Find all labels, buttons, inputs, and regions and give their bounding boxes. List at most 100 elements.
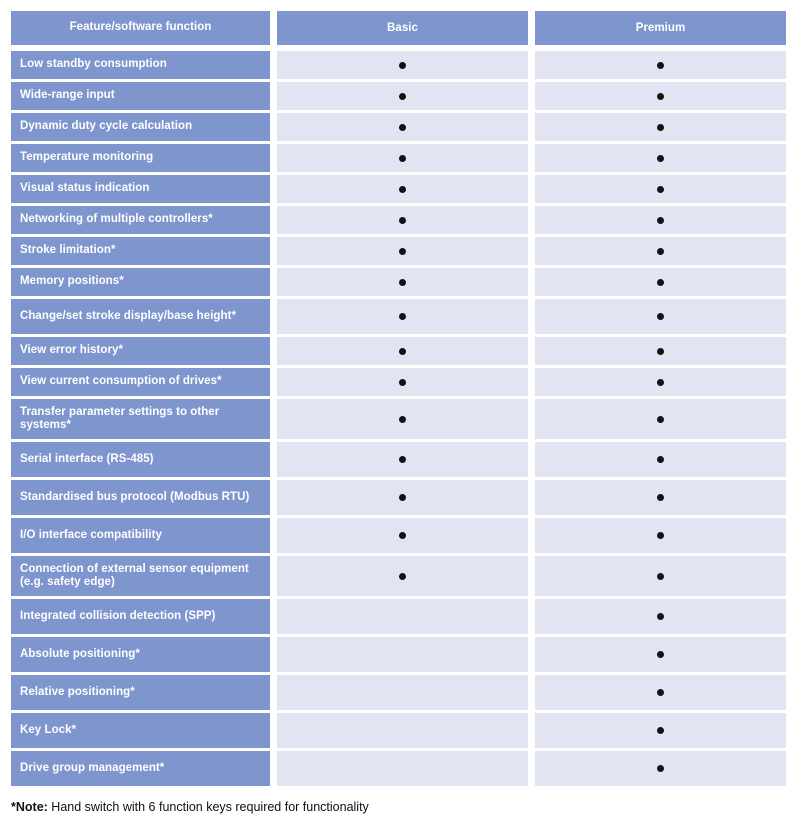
bullet-icon	[657, 61, 664, 69]
premium-cell	[535, 237, 786, 265]
bullet-icon	[399, 185, 406, 193]
table-row: Key Lock*	[11, 713, 791, 748]
table-row: Serial interface (RS-485)	[11, 442, 791, 477]
basic-cell	[277, 713, 528, 748]
bullet-icon	[657, 494, 664, 501]
premium-cell	[535, 751, 786, 786]
basic-cell	[277, 144, 528, 172]
feature-label: Visual status indication	[11, 175, 270, 203]
bullet-icon	[657, 154, 664, 162]
premium-cell	[535, 637, 786, 672]
basic-cell	[277, 368, 528, 396]
premium-cell	[535, 480, 786, 515]
column-header-basic: Basic	[277, 11, 528, 45]
bullet-icon	[657, 347, 664, 355]
basic-cell	[277, 675, 528, 710]
bullet-icon	[399, 247, 406, 255]
feature-label: Low standby consumption	[11, 51, 270, 79]
premium-cell	[535, 713, 786, 748]
basic-cell	[277, 206, 528, 234]
bullet-icon	[399, 572, 406, 580]
bullet-icon	[657, 313, 664, 320]
table-row: View current consumption of drives*	[11, 368, 791, 396]
premium-cell	[535, 144, 786, 172]
feature-label: Temperature monitoring	[11, 144, 270, 172]
feature-label: View current consumption of drives*	[11, 368, 270, 396]
premium-cell	[535, 51, 786, 79]
footnote-marker: *Note:	[11, 800, 48, 814]
premium-cell	[535, 368, 786, 396]
basic-cell	[277, 337, 528, 365]
premium-cell	[535, 113, 786, 141]
premium-cell	[535, 299, 786, 334]
table-footnote: *Note: Hand switch with 6 function keys …	[11, 799, 791, 815]
basic-cell	[277, 299, 528, 334]
premium-cell	[535, 175, 786, 203]
bullet-icon	[399, 92, 406, 100]
feature-label: Stroke limitation*	[11, 237, 270, 265]
premium-cell	[535, 337, 786, 365]
table-row: Transfer parameter settings to other sys…	[11, 399, 791, 439]
table-row: Stroke limitation*	[11, 237, 791, 265]
feature-label: I/O interface compatibility	[11, 518, 270, 553]
premium-cell	[535, 82, 786, 110]
bullet-icon	[657, 572, 664, 580]
feature-label: Wide-range input	[11, 82, 270, 110]
table-row: Memory positions*	[11, 268, 791, 296]
bullet-icon	[657, 765, 664, 772]
table-row: Absolute positioning*	[11, 637, 791, 672]
feature-comparison-table: Feature/software function Basic Premium …	[0, 0, 803, 814]
bullet-icon	[657, 415, 664, 423]
table-row: Relative positioning*	[11, 675, 791, 710]
bullet-icon	[657, 456, 664, 463]
table-body: Low standby consumption Wide-range input D…	[11, 51, 791, 786]
premium-cell	[535, 399, 786, 439]
basic-cell	[277, 599, 528, 634]
basic-cell	[277, 518, 528, 553]
bullet-icon-absent	[399, 727, 406, 734]
bullet-icon	[399, 154, 406, 162]
table-row: Temperature monitoring	[11, 144, 791, 172]
basic-cell	[277, 556, 528, 596]
table-row: I/O interface compatibility	[11, 518, 791, 553]
basic-cell	[277, 751, 528, 786]
bullet-icon	[399, 415, 406, 423]
basic-cell	[277, 113, 528, 141]
feature-label: Memory positions*	[11, 268, 270, 296]
premium-cell	[535, 556, 786, 596]
table-row: Standardised bus protocol (Modbus RTU)	[11, 480, 791, 515]
bullet-icon-absent	[399, 613, 406, 620]
table-row: Drive group management*	[11, 751, 791, 786]
premium-cell	[535, 518, 786, 553]
basic-cell	[277, 399, 528, 439]
bullet-icon	[657, 651, 664, 658]
feature-label: Key Lock*	[11, 713, 270, 748]
bullet-icon	[399, 378, 406, 386]
bullet-icon	[657, 247, 664, 255]
basic-cell	[277, 51, 528, 79]
bullet-icon	[399, 123, 406, 131]
bullet-icon	[657, 689, 664, 696]
bullet-icon	[657, 532, 664, 539]
table-row: Dynamic duty cycle calculation	[11, 113, 791, 141]
basic-cell	[277, 82, 528, 110]
feature-label: Networking of multiple controllers*	[11, 206, 270, 234]
bullet-icon	[657, 727, 664, 734]
bullet-icon-absent	[399, 765, 406, 772]
bullet-icon	[399, 61, 406, 69]
basic-cell	[277, 268, 528, 296]
table-row: Low standby consumption	[11, 51, 791, 79]
table-row: View error history*	[11, 337, 791, 365]
feature-label: Transfer parameter settings to other sys…	[11, 399, 270, 439]
bullet-icon	[399, 313, 406, 320]
table-row: Wide-range input	[11, 82, 791, 110]
bullet-icon-absent	[399, 689, 406, 696]
premium-cell	[535, 675, 786, 710]
bullet-icon	[657, 216, 664, 224]
premium-cell	[535, 206, 786, 234]
bullet-icon	[657, 378, 664, 386]
feature-label: Drive group management*	[11, 751, 270, 786]
table-row: Visual status indication	[11, 175, 791, 203]
bullet-icon	[657, 123, 664, 131]
feature-label: Standardised bus protocol (Modbus RTU)	[11, 480, 270, 515]
